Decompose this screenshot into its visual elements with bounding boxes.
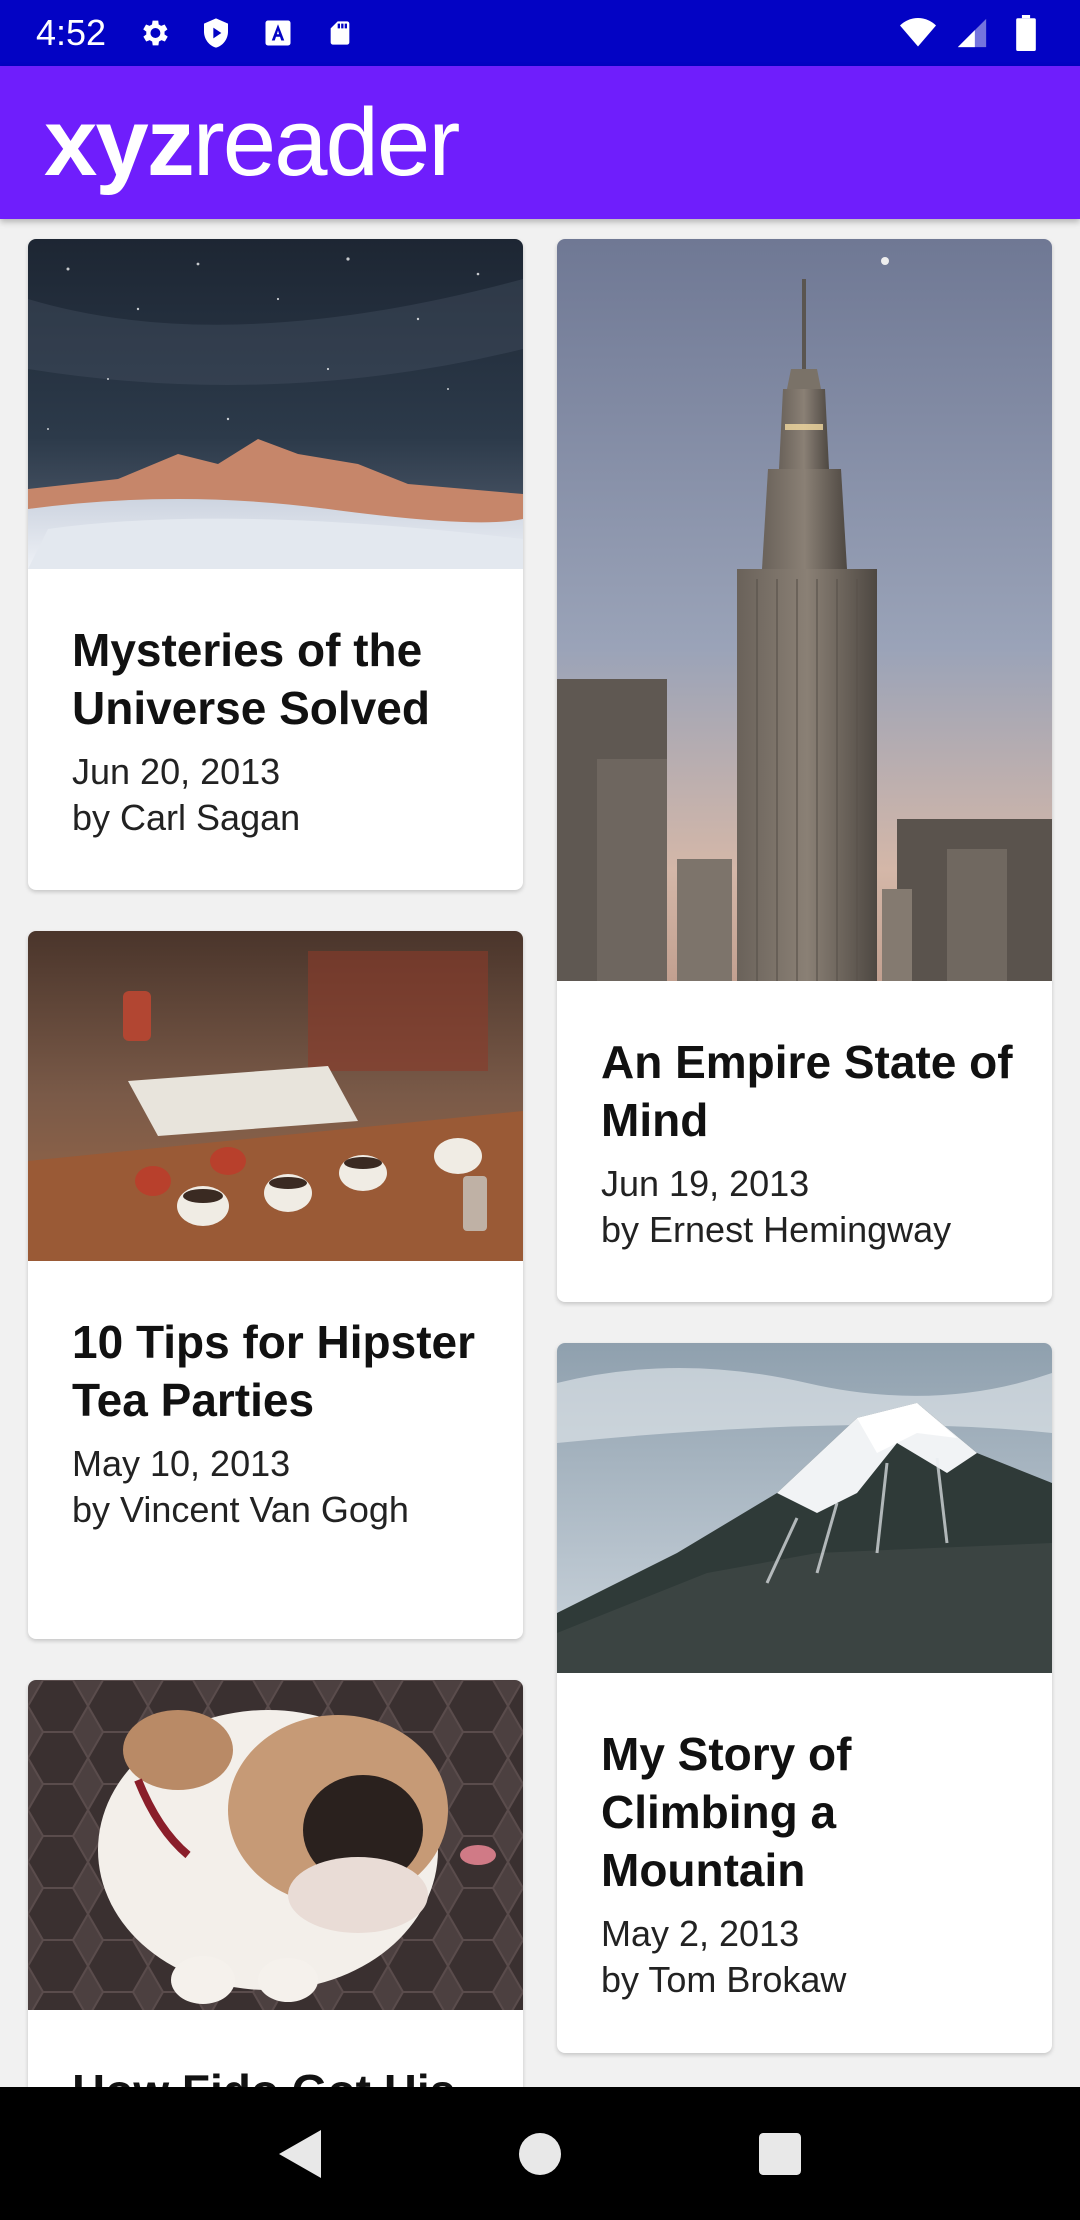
home-icon[interactable] <box>500 2114 580 2194</box>
article-title: An Empire State of Mind <box>601 1036 1013 1146</box>
article-author: by Carl Sagan <box>72 797 301 838</box>
navigation-bar <box>0 2087 1080 2220</box>
signal-icon <box>954 15 990 51</box>
article-date: Jun 19, 2013 <box>601 1163 810 1204</box>
article-author: by Tom Brokaw <box>601 1959 847 2000</box>
article-date: May 2, 2013 <box>601 1913 800 1954</box>
article-title: Mysteries of the Universe Solved <box>72 624 430 734</box>
article-card[interactable]: How Fido Got His <box>28 1680 523 2087</box>
article-title: 10 Tips for Hipster Tea Parties <box>72 1316 476 1426</box>
article-date: May 10, 2013 <box>72 1443 291 1484</box>
article-card[interactable]: 10 Tips for Hipster Tea Parties May 10, … <box>28 931 523 1639</box>
article-grid[interactable]: Mysteries of the Universe Solved Jun 20,… <box>0 219 1080 2087</box>
article-card[interactable]: My Story of Climbing a Mountain May 2, 2… <box>557 1343 1052 2053</box>
article-thumbnail-night-sky <box>28 239 523 569</box>
a-badge-icon <box>260 15 296 51</box>
recents-icon[interactable] <box>740 2114 820 2194</box>
logo-light: reader <box>192 88 460 196</box>
article-thumbnail-empire-state <box>557 239 1052 981</box>
article-card[interactable]: Mysteries of the Universe Solved Jun 20,… <box>28 239 523 890</box>
battery-icon <box>1008 15 1044 51</box>
status-bar: 4:52 <box>0 0 1080 66</box>
article-title: My Story of Climbing a Mountain <box>601 1728 852 1896</box>
sd-card-icon <box>322 15 358 51</box>
article-thumbnail-tea-cups <box>28 931 523 1261</box>
article-date: Jun 20, 2013 <box>72 751 281 792</box>
play-protect-icon <box>198 15 234 51</box>
wifi-icon <box>900 15 936 51</box>
logo-bold: xyz <box>44 88 195 196</box>
article-author: by Ernest Hemingway <box>601 1209 952 1250</box>
back-icon[interactable] <box>260 2114 340 2194</box>
article-thumbnail-bulldog <box>28 1680 523 2010</box>
app-logo: xyzreader <box>44 94 460 191</box>
article-thumbnail-snowy-mountain <box>557 1343 1052 1673</box>
article-title: How Fido Got His <box>72 2062 493 2087</box>
gear-icon <box>136 15 172 51</box>
article-author: by Vincent Van Gogh <box>72 1489 409 1530</box>
status-time: 4:52 <box>36 12 107 53</box>
app-bar: xyzreader <box>0 66 1080 219</box>
article-card[interactable]: An Empire State of Mind Jun 19, 2013 by … <box>557 239 1052 1302</box>
